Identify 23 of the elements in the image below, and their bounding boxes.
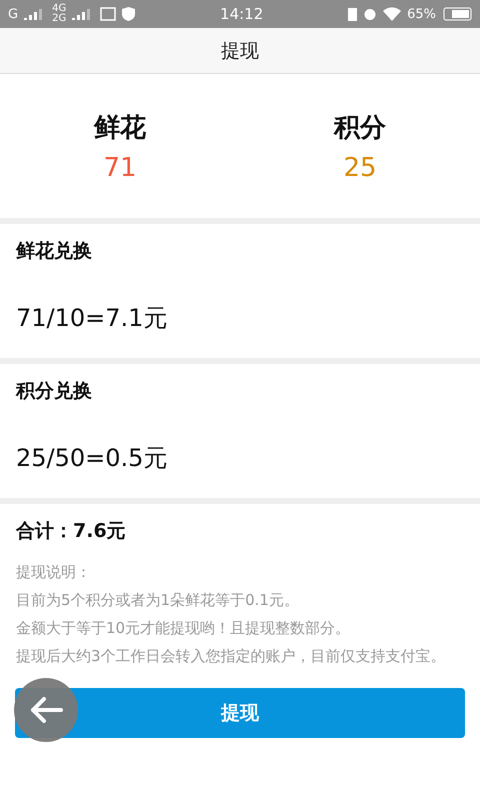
shield-icon [122,7,136,21]
exchange-formula: 71/10=7.1元 [16,303,168,334]
network-label: 4G [52,4,66,14]
total-amount: 合计：7.6元 [16,519,127,544]
note-text: 提现说明： [16,562,92,583]
balance-label: 鲜花 [94,112,146,144]
note-text: 提现后大约3个工作日会转入您指定的账户，目前仅支持支付宝。 [16,646,447,667]
note-text: 目前为5个积分或者为1朵鲜花等于0.1元。 [16,590,300,611]
note-text: 金额大于等于10元才能提现哟！且提现整数部分。 [16,618,352,639]
network-label: G [8,6,18,22]
section-title: 鲜花兑换 [16,239,93,264]
battery-percentage: 65% [407,6,436,22]
page-title: 提现 [221,38,259,64]
balance-label: 积分 [334,112,386,144]
status-time: 14:12 [219,5,264,23]
exchange-formula: 25/50=0.5元 [16,443,168,474]
back-arrow-icon [29,696,63,724]
wifi-icon [383,7,402,21]
section-title: 积分兑换 [16,379,93,404]
balance-value: 71 [103,152,137,182]
battery-icon [442,7,472,21]
balance-value: 25 [343,152,377,182]
network-label: 2G [52,14,66,24]
